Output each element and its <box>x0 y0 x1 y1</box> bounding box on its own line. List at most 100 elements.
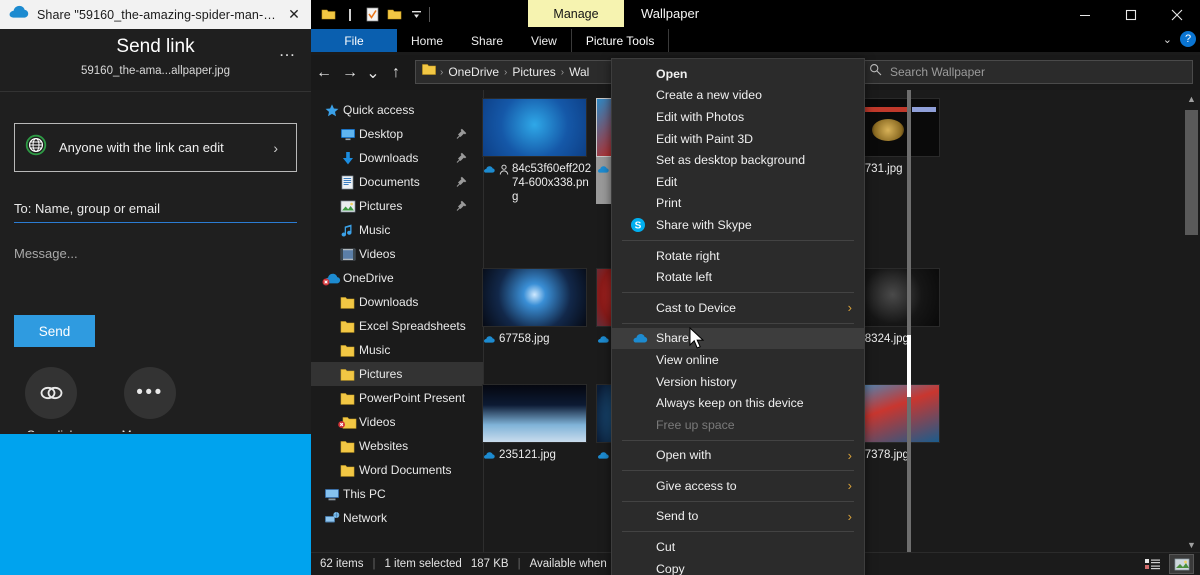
search-input[interactable]: Search Wallpaper <box>860 60 1193 84</box>
undo-icon[interactable] <box>339 4 361 26</box>
context-menu[interactable]: Open Create a new video Edit with Photos Ed… <box>611 58 865 575</box>
chevron-right-icon: › <box>847 508 852 524</box>
menu-item-share-with-skype[interactable]: S Share with Skype <box>612 214 864 236</box>
menu-item-copy[interactable]: Copy <box>612 558 864 575</box>
tab-home[interactable]: Home <box>397 29 457 52</box>
sidebar-item-pictures[interactable]: Pictures <box>311 362 483 386</box>
onedrive-cloud-icon <box>9 5 29 24</box>
up-button[interactable]: ↑ <box>383 58 409 88</box>
pin-icon[interactable] <box>455 174 469 191</box>
sidebar-item-websites[interactable]: Websites <box>311 434 483 458</box>
search-placeholder: Search Wallpaper <box>890 65 985 79</box>
recent-locations-button[interactable]: ⌄ <box>363 58 383 88</box>
sidebar-item-word-documents[interactable]: Word Documents <box>311 458 483 482</box>
menu-item-edit[interactable]: Edit <box>612 171 864 193</box>
help-icon[interactable]: ? <box>1180 31 1196 47</box>
sidebar-item-network[interactable]: Network <box>311 506 483 530</box>
tab-file[interactable]: File <box>311 29 397 52</box>
maximize-button[interactable] <box>1108 0 1154 29</box>
splitter-thumb[interactable] <box>907 335 911 397</box>
sidebar-item-quick-access[interactable]: Quick access <box>311 98 483 122</box>
sidebar-item-music[interactable]: Music <box>311 218 483 242</box>
menu-item-set-as-desktop-background[interactable]: Set as desktop background <box>612 149 864 171</box>
sidebar-item-label: This PC <box>343 487 386 501</box>
scroll-down-icon[interactable]: ▼ <box>1183 536 1200 553</box>
window-controls <box>1062 0 1200 29</box>
menu-item-cast-to-device[interactable]: Cast to Device › <box>612 297 864 319</box>
sidebar-item-pictures[interactable]: Pictures <box>311 194 483 218</box>
forward-button[interactable]: → <box>337 58 363 88</box>
back-button[interactable]: ← <box>311 58 337 88</box>
pin-icon[interactable] <box>455 198 469 215</box>
scrollbar-thumb[interactable] <box>1185 110 1198 235</box>
menu-item-send-to[interactable]: Send to › <box>612 506 864 528</box>
close-button[interactable] <box>1154 0 1200 29</box>
menu-item-rotate-left[interactable]: Rotate left <box>612 266 864 288</box>
tab-share[interactable]: Share <box>457 29 517 52</box>
menu-item-cut[interactable]: Cut <box>612 536 864 558</box>
ribbon-tabs: File Home Share View Picture Tools <box>311 29 1200 52</box>
breadcrumb-wallpaper[interactable]: Wal <box>564 65 594 79</box>
sidebar-item-videos[interactable]: Videos <box>311 410 483 434</box>
send-button[interactable]: Send <box>14 315 95 347</box>
onedrive-cloud-icon <box>482 450 496 465</box>
sidebar-item-onedrive[interactable]: OneDrive <box>311 266 483 290</box>
documents-icon <box>337 175 359 190</box>
shared-person-icon <box>499 164 509 179</box>
menu-item-view-online[interactable]: View online <box>612 349 864 371</box>
menu-item-share[interactable]: Share <box>612 327 864 350</box>
menu-item-edit-with-paint-3d[interactable]: Edit with Paint 3D <box>612 128 864 150</box>
file-pane-splitter[interactable] <box>907 90 911 553</box>
sidebar-item-powerpoint-present[interactable]: PowerPoint Present <box>311 386 483 410</box>
tab-view[interactable]: View <box>517 29 571 52</box>
large-icons-view-button[interactable] <box>1169 554 1194 574</box>
chevron-down-icon[interactable]: ⌄ <box>1163 33 1172 46</box>
customize-dropdown-icon[interactable] <box>405 4 427 26</box>
properties-icon[interactable] <box>317 4 339 26</box>
menu-item-always-keep-on-this-device[interactable]: Always keep on this device <box>612 392 864 414</box>
file-tile[interactable]: 235121.jpg <box>482 384 604 465</box>
scroll-up-icon[interactable]: ▲ <box>1183 90 1200 107</box>
menu-item-give-access-to[interactable]: Give access to › <box>612 475 864 497</box>
pin-icon[interactable] <box>455 150 469 167</box>
menu-item-version-history[interactable]: Version history <box>612 371 864 393</box>
sidebar-item-excel-spreadsheets[interactable]: Excel Spreadsheets <box>311 314 483 338</box>
sidebar-item-downloads[interactable]: Downloads <box>311 146 483 170</box>
sidebar-item-music[interactable]: Music <box>311 338 483 362</box>
sidebar-item-documents[interactable]: Documents <box>311 170 483 194</box>
file-tile[interactable]: 67758.jpg <box>482 268 604 349</box>
menu-item-open-with[interactable]: Open with › <box>612 445 864 467</box>
pin-icon[interactable] <box>455 126 469 143</box>
breadcrumb-onedrive[interactable]: OneDrive <box>443 65 504 79</box>
sidebar-item-this-pc[interactable]: This PC <box>311 482 483 506</box>
folder-icon <box>337 439 359 454</box>
menu-item-edit-with-photos[interactable]: Edit with Photos <box>612 106 864 128</box>
link-permission-button[interactable]: Anyone with the link can edit › <box>14 123 297 172</box>
sidebar-item-downloads[interactable]: Downloads <box>311 290 483 314</box>
globe-icon <box>25 134 47 161</box>
menu-item-print[interactable]: Print <box>612 193 864 215</box>
file-caption: 67758.jpg <box>482 332 595 349</box>
menu-item-open[interactable]: Open <box>612 63 864 85</box>
sidebar-item-desktop[interactable]: Desktop <box>311 122 483 146</box>
star-icon <box>321 103 343 118</box>
tab-picture-tools[interactable]: Picture Tools <box>570 29 670 52</box>
new-folder-icon[interactable] <box>383 4 405 26</box>
checklist-icon[interactable] <box>361 4 383 26</box>
menu-item-create-a-new-video[interactable]: Create a new video <box>612 85 864 107</box>
breadcrumb-pictures[interactable]: Pictures <box>507 65 560 79</box>
folder-icon <box>337 295 359 310</box>
close-icon[interactable]: ✕ <box>277 0 311 29</box>
message-input[interactable]: Message... <box>14 246 78 261</box>
menu-item-rotate-right[interactable]: Rotate right <box>612 245 864 267</box>
copy-link-button[interactable]: Copy link <box>14 367 88 442</box>
manage-contextual-tab[interactable]: Manage <box>528 0 624 27</box>
sidebar-item-videos[interactable]: Videos <box>311 242 483 266</box>
file-tile[interactable]: 84c53f60eff20274-600x338.png <box>482 98 604 204</box>
file-list-scrollbar[interactable]: ▲ ▼ <box>1183 90 1200 553</box>
minimize-button[interactable] <box>1062 0 1108 29</box>
details-view-button[interactable] <box>1140 554 1165 574</box>
recipients-input[interactable]: To: Name, group or email <box>14 201 297 223</box>
more-apps-button[interactable]: ••• More apps <box>113 367 187 442</box>
more-options-icon[interactable]: … <box>279 41 298 61</box>
